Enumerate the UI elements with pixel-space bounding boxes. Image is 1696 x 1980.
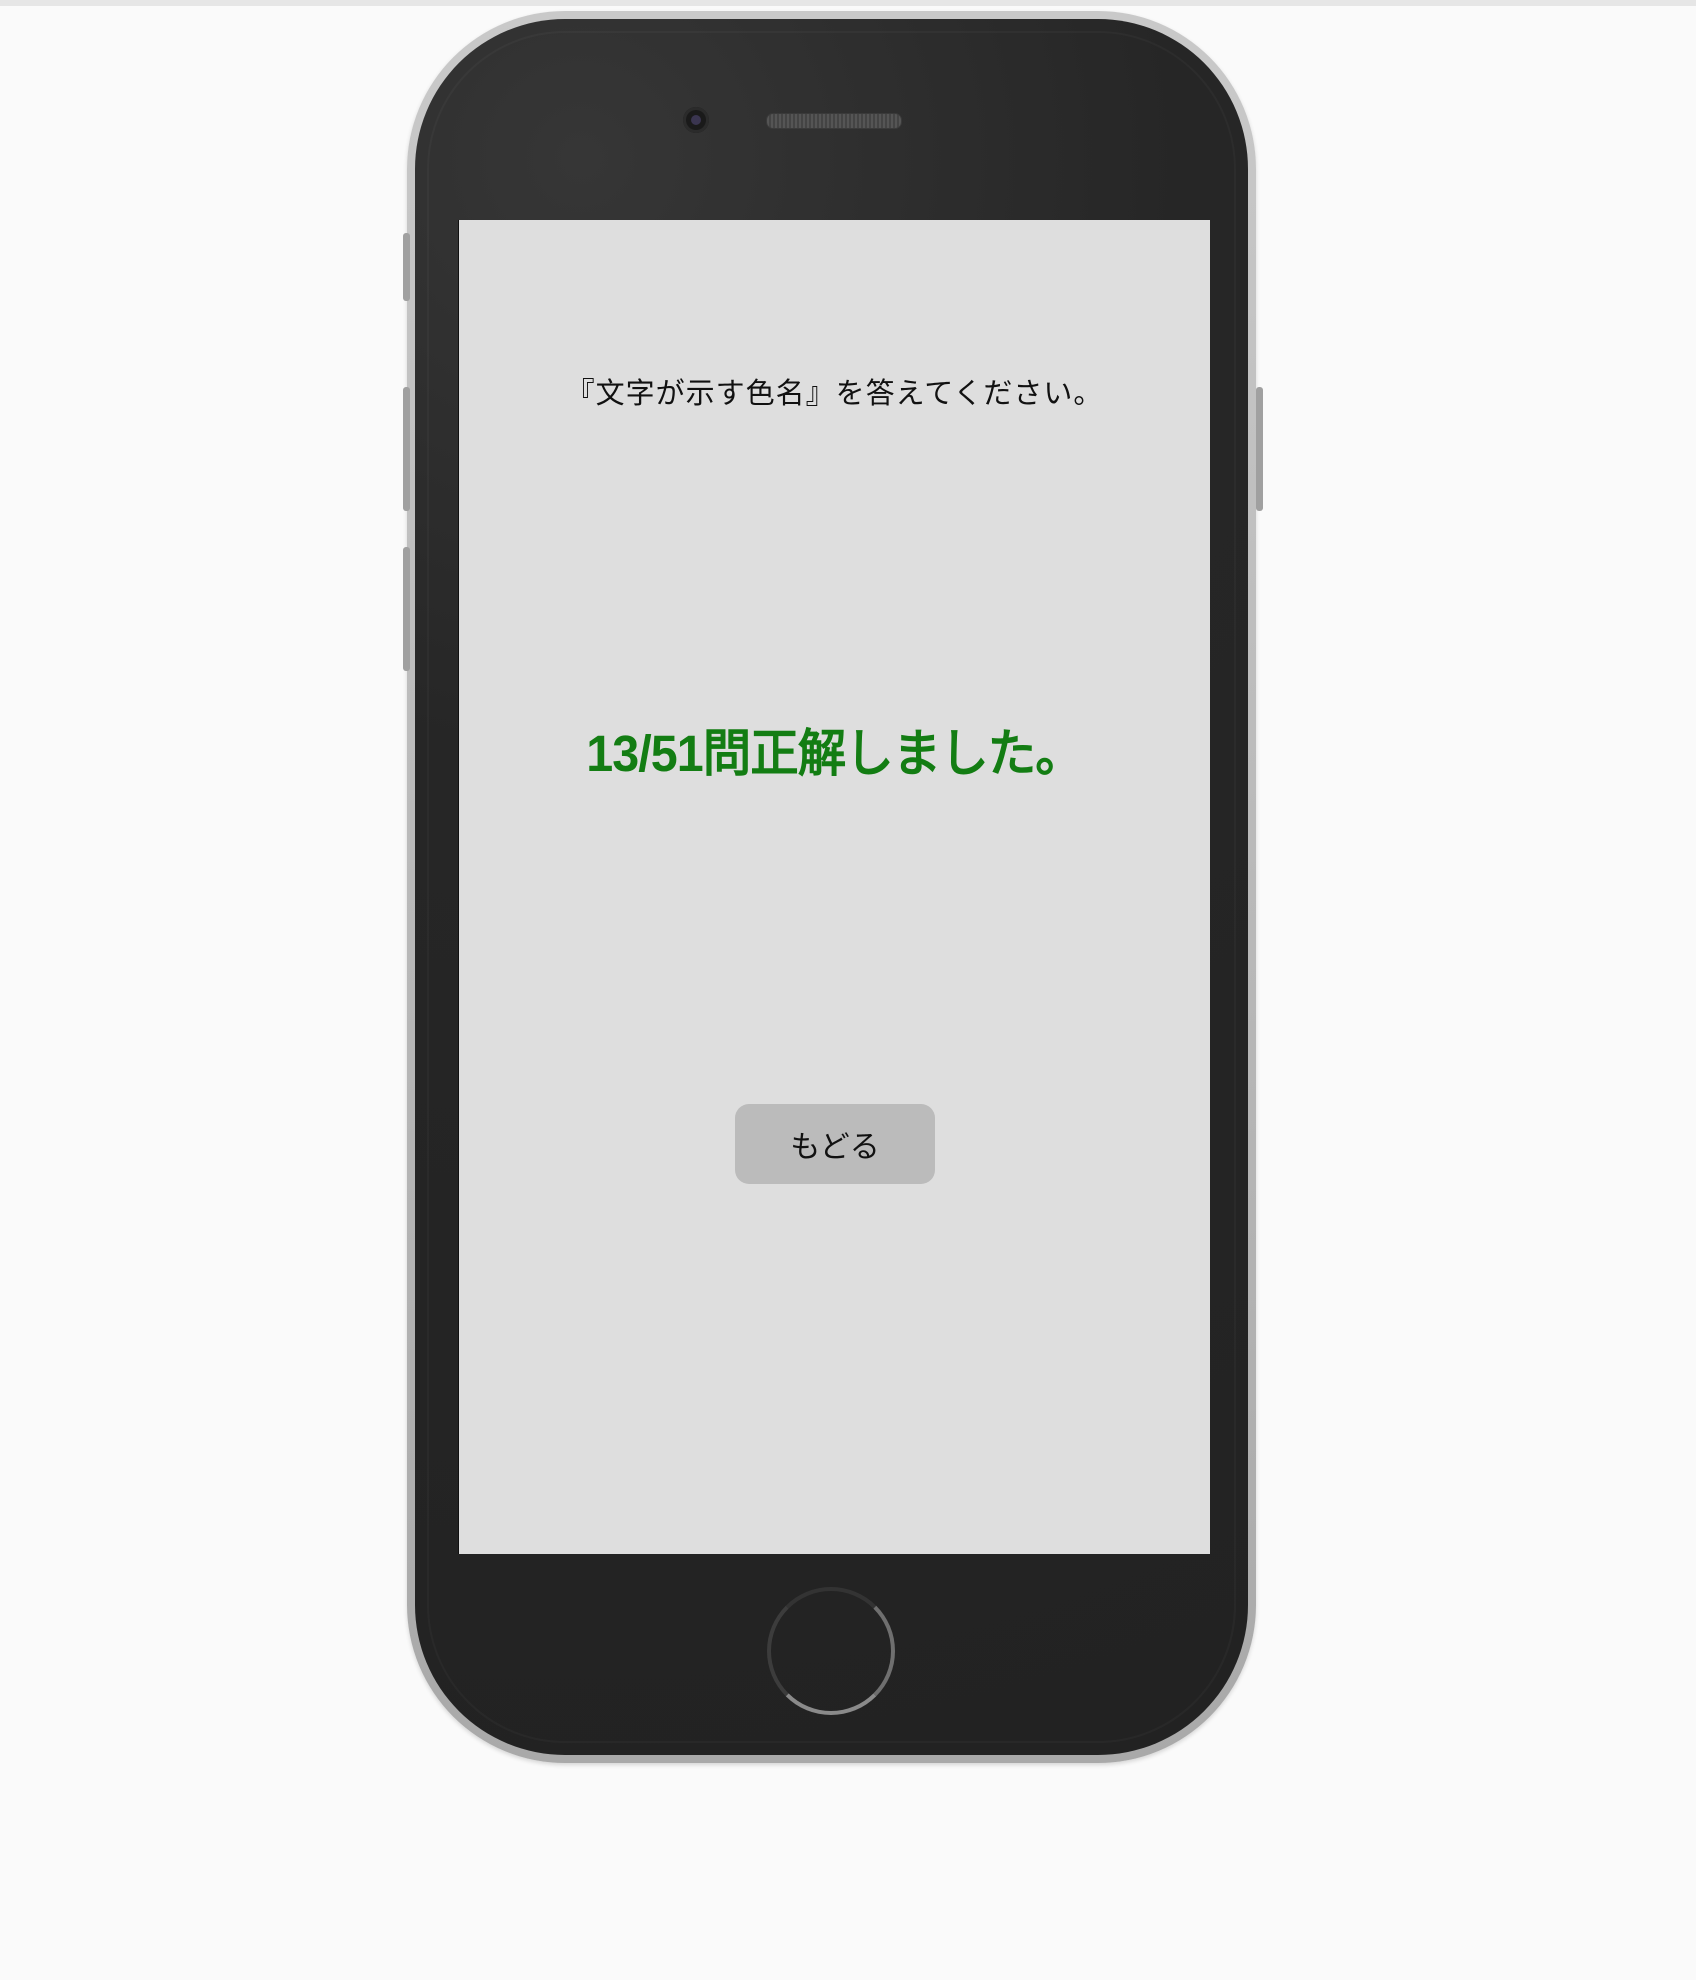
result-score-text: 13/51問正解しました。 [586, 725, 1083, 782]
volume-down-button [403, 547, 410, 671]
front-camera-icon [683, 107, 709, 133]
earpiece-speaker [766, 113, 902, 129]
instruction-text: 『文字が示す色名』を答えてください。 [565, 376, 1104, 410]
home-button[interactable] [767, 1587, 895, 1715]
back-button[interactable]: もどる [735, 1104, 935, 1184]
phone-screen: 『文字が示す色名』を答えてください。 13/51問正解しました。 もどる [458, 220, 1210, 1554]
power-button [1256, 387, 1263, 511]
volume-up-button [403, 387, 410, 511]
browser-top-strip [0, 0, 1696, 6]
mute-switch [403, 233, 410, 301]
